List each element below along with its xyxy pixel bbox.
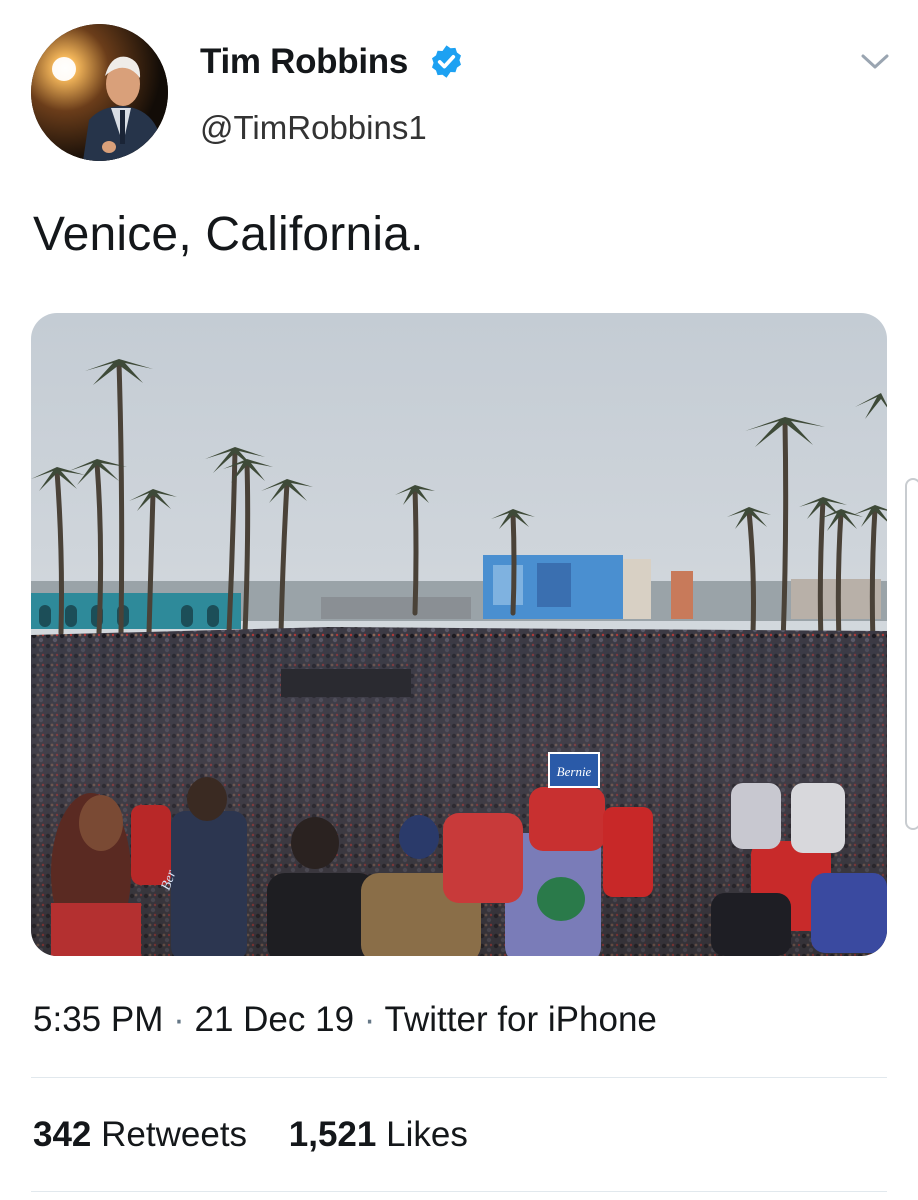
divider	[31, 1191, 887, 1192]
separator-dot: ·	[363, 1000, 376, 1039]
retweets-stat[interactable]: 342 Retweets	[33, 1115, 247, 1154]
chevron-down-icon[interactable]	[858, 50, 892, 74]
likes-stat[interactable]: 1,521 Likes	[289, 1115, 468, 1154]
scrollbar-thumb[interactable]	[905, 478, 918, 830]
tweet-time[interactable]: 5:35 PM	[33, 1000, 163, 1039]
tweet-photo[interactable]: Bernie Ber	[31, 313, 887, 956]
avatar[interactable]	[31, 24, 168, 161]
retweets-label: Retweets	[101, 1115, 248, 1154]
tweet-metadata: 5:35 PM · 21 Dec 19 · Twitter for iPhone	[33, 998, 657, 1042]
avatar-image	[31, 24, 168, 161]
tweet-source[interactable]: Twitter for iPhone	[385, 1000, 657, 1039]
crowd-photo: Bernie Ber	[31, 313, 887, 956]
tweet-text: Venice, California.	[33, 208, 424, 261]
divider	[31, 1077, 887, 1078]
verified-badge-icon	[432, 45, 461, 78]
engagement-stats: 342 Retweets 1,521 Likes	[33, 1113, 500, 1157]
separator-dot: ·	[173, 1000, 185, 1039]
tweet-date[interactable]: 21 Dec 19	[194, 1000, 354, 1039]
display-name[interactable]: Tim Robbins	[200, 40, 408, 84]
sign-text: Bernie	[557, 764, 592, 779]
retweets-count: 342	[33, 1115, 92, 1154]
bernie-sign: Bernie	[548, 752, 600, 788]
likes-count: 1,521	[288, 1115, 377, 1154]
user-handle[interactable]: @TimRobbins1	[200, 108, 427, 148]
likes-label: Likes	[386, 1115, 468, 1154]
